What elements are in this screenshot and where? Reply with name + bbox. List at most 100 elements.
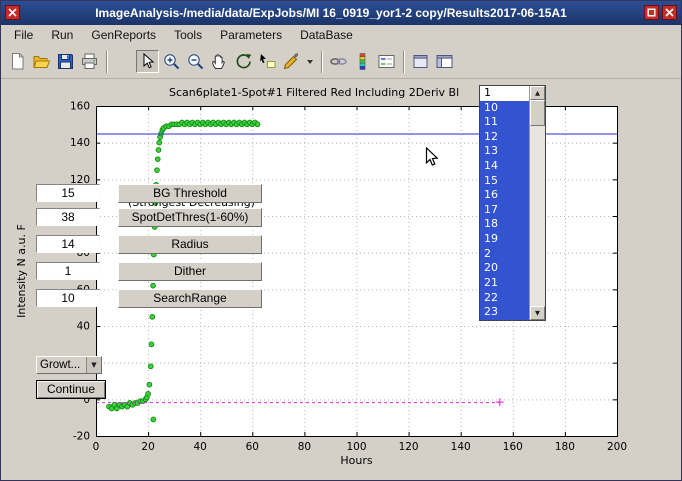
toolbar-separator xyxy=(403,51,405,73)
link-plot-icon xyxy=(329,52,348,71)
zoom-out-button[interactable] xyxy=(184,50,207,73)
y-tick-label: -20 xyxy=(73,431,90,443)
plot-title: Scan6plate1-Spot#1 Filtered Red Includin… xyxy=(169,86,459,99)
save-icon xyxy=(56,52,75,71)
growth-curve-point xyxy=(150,314,155,319)
growth-dropdown-value: Growt... xyxy=(37,359,86,371)
spot-list-item[interactable]: 1 xyxy=(480,86,529,101)
radius-button[interactable]: Radius xyxy=(118,235,262,254)
data-cursor-button[interactable] xyxy=(256,50,279,73)
insert-colorbar-button[interactable] xyxy=(351,50,374,73)
show-plot-tools-icon xyxy=(435,52,454,71)
spot-list-scrollbar[interactable]: ▲ ▼ xyxy=(529,86,545,320)
title-bar[interactable]: ImageAnalysis-/media/data/ExpJobs/MI 16_… xyxy=(1,1,681,25)
window-close-left-button[interactable] xyxy=(5,5,20,20)
menu-parameters[interactable]: Parameters xyxy=(211,26,291,44)
growth-curve-point xyxy=(156,148,161,153)
spot-list-item[interactable]: 2 xyxy=(480,247,529,262)
spot-list-item[interactable]: 11 xyxy=(480,115,529,130)
window-close-icon xyxy=(665,8,674,17)
growth-curve-point xyxy=(157,140,162,145)
print-button[interactable] xyxy=(78,50,101,73)
menu-file[interactable]: File xyxy=(5,26,42,44)
spot-list-item[interactable]: 20 xyxy=(480,261,529,276)
x-axis-label: Hours xyxy=(340,454,372,467)
new-file-button[interactable] xyxy=(6,50,29,73)
window-close-button[interactable] xyxy=(662,5,677,20)
brush-button[interactable] xyxy=(280,50,303,73)
spot-list-item[interactable]: 19 xyxy=(480,232,529,247)
growth-mode-dropdown[interactable]: Growt... ▼ xyxy=(36,356,102,374)
window-maximize-icon xyxy=(647,8,656,17)
dither-input[interactable] xyxy=(36,262,100,280)
growth-curve-point xyxy=(148,364,153,369)
menu-genreports[interactable]: GenReports xyxy=(82,26,165,44)
pan-button[interactable] xyxy=(208,50,231,73)
growth-curve-point xyxy=(146,391,151,396)
spot-list-item[interactable]: 10 xyxy=(480,101,529,116)
scroll-up-button[interactable]: ▲ xyxy=(530,86,545,100)
searchrange-button[interactable]: SearchRange xyxy=(118,289,262,308)
window-maximize-button[interactable] xyxy=(644,5,659,20)
hide-plot-tools-icon xyxy=(411,52,430,71)
link-plot-button[interactable] xyxy=(327,50,350,73)
spot-list-item[interactable]: 23 xyxy=(480,305,529,320)
menu-tools[interactable]: Tools xyxy=(165,26,211,44)
param-row-spotdetthres: SpotDetThres(1-60%) xyxy=(36,208,262,227)
hide-plot-tools-button[interactable] xyxy=(409,50,432,73)
y-tick-label: 160 xyxy=(70,101,90,113)
spot-list-item[interactable]: 17 xyxy=(480,203,529,218)
x-tick-label: 0 xyxy=(93,441,100,453)
rotate-3d-button[interactable] xyxy=(232,50,255,73)
zoom-in-button[interactable] xyxy=(160,50,183,73)
spot-list-item[interactable]: 15 xyxy=(480,174,529,189)
scrollbar-track[interactable] xyxy=(530,100,545,306)
x-tick-label: 80 xyxy=(298,441,311,453)
save-button[interactable] xyxy=(54,50,77,73)
spot-list-item[interactable]: 21 xyxy=(480,276,529,291)
searchrange-input[interactable] xyxy=(36,289,100,307)
growth-curve-point xyxy=(155,168,160,173)
app-window: ImageAnalysis-/media/data/ExpJobs/MI 16_… xyxy=(0,0,682,481)
spot-list-item[interactable]: 14 xyxy=(480,159,529,174)
continue-button[interactable]: Continue xyxy=(36,380,106,399)
growth-curve-point xyxy=(147,382,152,387)
dropdown-arrow-button[interactable]: ▼ xyxy=(86,357,101,373)
y-tick-label: 140 xyxy=(70,137,90,149)
menu-run[interactable]: Run xyxy=(42,26,82,44)
spotdetthres-input[interactable] xyxy=(36,208,100,226)
growth-curve-point xyxy=(155,157,160,162)
x-tick-label: 200 xyxy=(607,441,627,453)
menu-database[interactable]: DataBase xyxy=(291,26,362,44)
spot-list-item[interactable]: 12 xyxy=(480,130,529,145)
bg-threshold-button[interactable]: BG Threshold xyxy=(118,184,262,203)
x-tick-label: 160 xyxy=(503,441,523,453)
edit-plot-pointer-button[interactable] xyxy=(136,50,159,73)
scroll-down-button[interactable]: ▼ xyxy=(530,306,545,320)
spot-number-listbox[interactable]: 110111213141516171819220212223 ▲ ▼ xyxy=(479,85,546,321)
spotdetthres-button[interactable]: SpotDetThres(1-60%) xyxy=(118,208,262,227)
spot-list-item[interactable]: 22 xyxy=(480,291,529,306)
window-title: ImageAnalysis-/media/data/ExpJobs/MI 16_… xyxy=(27,1,635,25)
spot-list-item[interactable]: 13 xyxy=(480,144,529,159)
insert-legend-button[interactable] xyxy=(375,50,398,73)
show-plot-tools-button[interactable] xyxy=(433,50,456,73)
outlier-points-point xyxy=(151,417,156,422)
dither-button[interactable]: Dither xyxy=(118,262,262,281)
main-toolbar xyxy=(1,45,681,79)
brush-caret-button[interactable] xyxy=(304,50,316,73)
spot-list-items: 110111213141516171819220212223 xyxy=(480,86,529,320)
toolbar-spacer xyxy=(112,61,136,62)
scrollbar-thumb[interactable] xyxy=(530,100,545,126)
menu-bar: File Run GenReports Tools Parameters Dat… xyxy=(1,25,681,45)
spot-list-item[interactable]: 18 xyxy=(480,217,529,232)
chevron-down-icon: ▼ xyxy=(91,362,96,369)
param-row-bg-threshold: BG Threshold xyxy=(36,184,262,203)
growth-curve-point xyxy=(149,342,154,347)
open-folder-button[interactable] xyxy=(30,50,53,73)
spot-list-item[interactable]: 16 xyxy=(480,188,529,203)
bg-threshold-input[interactable] xyxy=(36,184,100,202)
x-tick-label: 20 xyxy=(141,441,154,453)
radius-input[interactable] xyxy=(36,235,100,253)
zoom-in-icon xyxy=(162,52,181,71)
